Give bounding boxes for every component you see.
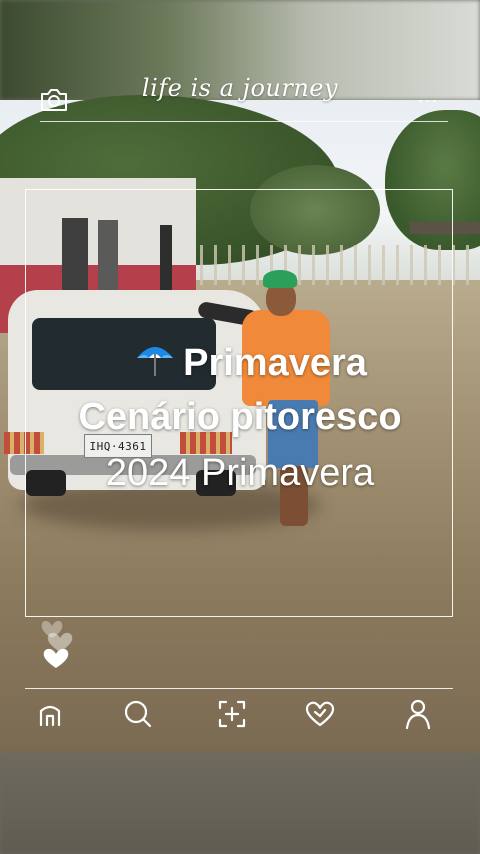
bottom-blurred-area bbox=[0, 752, 480, 854]
nav-add-photo-button[interactable] bbox=[212, 694, 252, 734]
brand-title: life is a journey bbox=[141, 74, 339, 102]
bottom-nav-divider bbox=[25, 688, 453, 689]
more-horizontal-icon: ··· bbox=[417, 90, 439, 110]
more-options-button[interactable]: ··· bbox=[412, 90, 444, 110]
search-icon bbox=[124, 700, 152, 728]
nav-home-button[interactable] bbox=[30, 694, 70, 734]
header-divider bbox=[40, 121, 448, 122]
caption-line-3: 2024 Primavera bbox=[105, 452, 375, 494]
home-icon bbox=[39, 705, 61, 727]
nav-profile-button[interactable] bbox=[398, 694, 438, 734]
caption-text-1: Primavera bbox=[183, 342, 367, 385]
floating-hearts[interactable] bbox=[38, 612, 82, 672]
bottom-nav bbox=[0, 694, 480, 738]
caption-line-2: Cenário pitoresco bbox=[78, 396, 402, 438]
nav-search-button[interactable] bbox=[118, 694, 158, 734]
umbrella-icon bbox=[133, 340, 177, 390]
camera-button[interactable] bbox=[38, 86, 70, 114]
heart-icon bbox=[305, 701, 335, 727]
caption-line-1: Primavera bbox=[90, 340, 410, 390]
nav-likes-button[interactable] bbox=[300, 694, 340, 734]
heart-icon bbox=[41, 620, 73, 668]
add-photo-icon bbox=[218, 700, 246, 728]
profile-icon bbox=[405, 699, 431, 730]
camera-icon bbox=[41, 89, 67, 111]
